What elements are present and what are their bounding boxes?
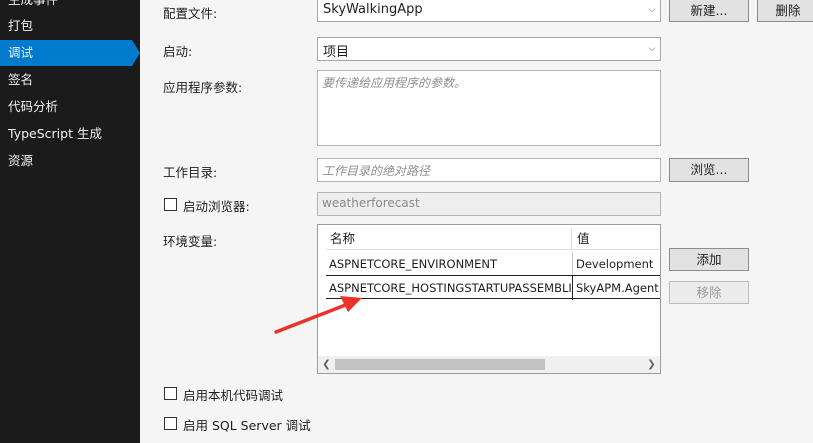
- workdir-placeholder: 工作目录的绝对路径: [322, 164, 431, 178]
- remove-env-button[interactable]: 移除: [669, 281, 749, 304]
- annotation-arrow: [274, 296, 362, 334]
- add-env-button[interactable]: 添加: [669, 248, 749, 271]
- env-value-cell[interactable]: SkyAPM.Agent.AspNetCore: [573, 276, 660, 300]
- workdir-input[interactable]: 工作目录的绝对路径: [317, 158, 661, 182]
- native-debug-label: 启用本机代码调试: [183, 388, 284, 403]
- workdir-label: 工作目录:: [163, 165, 218, 180]
- sidebar-item-build-events[interactable]: 生成事件: [0, 0, 140, 13]
- chevron-down-icon: ⌵: [648, 5, 656, 15]
- browse-button[interactable]: 浏览...: [669, 158, 749, 182]
- launch-browser-label: 启动浏览器:: [183, 199, 250, 214]
- app-args-input[interactable]: 要传递给应用程序的参数。: [317, 70, 661, 146]
- sidebar-item-signing[interactable]: 签名: [0, 67, 140, 93]
- launch-browser-url-input[interactable]: weatherforecast: [317, 192, 661, 216]
- sidebar-item-code-analysis[interactable]: 代码分析: [0, 94, 140, 120]
- sql-debug-checkbox[interactable]: [164, 417, 177, 430]
- env-vars-label: 环境变量:: [163, 234, 218, 249]
- grid-header: 名称 值: [326, 228, 660, 250]
- sidebar-item-resources[interactable]: 资源: [0, 148, 140, 174]
- table-row[interactable]: ASPNETCORE_ENVIRONMENT Development: [326, 252, 660, 276]
- column-header-value[interactable]: 值: [572, 228, 660, 250]
- env-value-cell[interactable]: Development: [573, 252, 660, 276]
- launch-browser-checkbox[interactable]: [164, 198, 177, 211]
- horizontal-scrollbar[interactable]: ❮ ❯: [318, 356, 660, 373]
- sidebar: 生成事件 打包 调试 签名 代码分析 TypeScript 生成 资源: [0, 0, 140, 443]
- launch-browser-url-value: weatherforecast: [322, 196, 420, 210]
- table-row[interactable]: ASPNETCORE_HOSTINGSTARTUPASSEMBLIES SkyA…: [326, 275, 660, 300]
- app-args-placeholder: 要传递给应用程序的参数。: [322, 76, 467, 90]
- launch-select-value: 项目: [323, 45, 350, 60]
- column-header-name[interactable]: 名称: [326, 228, 572, 250]
- app-args-label: 应用程序参数:: [163, 80, 243, 95]
- sidebar-item-typescript-build[interactable]: TypeScript 生成: [0, 121, 140, 147]
- profile-select[interactable]: SkyWalkingApp ⌵: [317, 0, 661, 22]
- sidebar-item-debug[interactable]: 调试: [0, 40, 132, 66]
- launch-label: 启动:: [163, 44, 193, 59]
- scroll-right-icon[interactable]: ❯: [643, 356, 660, 373]
- native-debug-checkbox[interactable]: [164, 387, 177, 400]
- launch-select[interactable]: 项目 ⌵: [317, 37, 661, 61]
- chevron-down-icon: ⌵: [648, 44, 656, 54]
- env-name-cell[interactable]: ASPNETCORE_ENVIRONMENT: [326, 252, 572, 276]
- scroll-left-icon[interactable]: ❮: [318, 356, 335, 373]
- profile-select-value: SkyWalkingApp: [323, 2, 423, 17]
- scrollbar-thumb[interactable]: [335, 359, 545, 370]
- profile-label: 配置文件:: [163, 6, 218, 21]
- sidebar-item-package[interactable]: 打包: [0, 13, 140, 39]
- new-profile-button[interactable]: 新建...: [669, 0, 749, 22]
- active-indicator: [132, 40, 140, 66]
- delete-profile-button[interactable]: 删除: [757, 0, 813, 22]
- sql-debug-label: 启用 SQL Server 调试: [183, 418, 311, 433]
